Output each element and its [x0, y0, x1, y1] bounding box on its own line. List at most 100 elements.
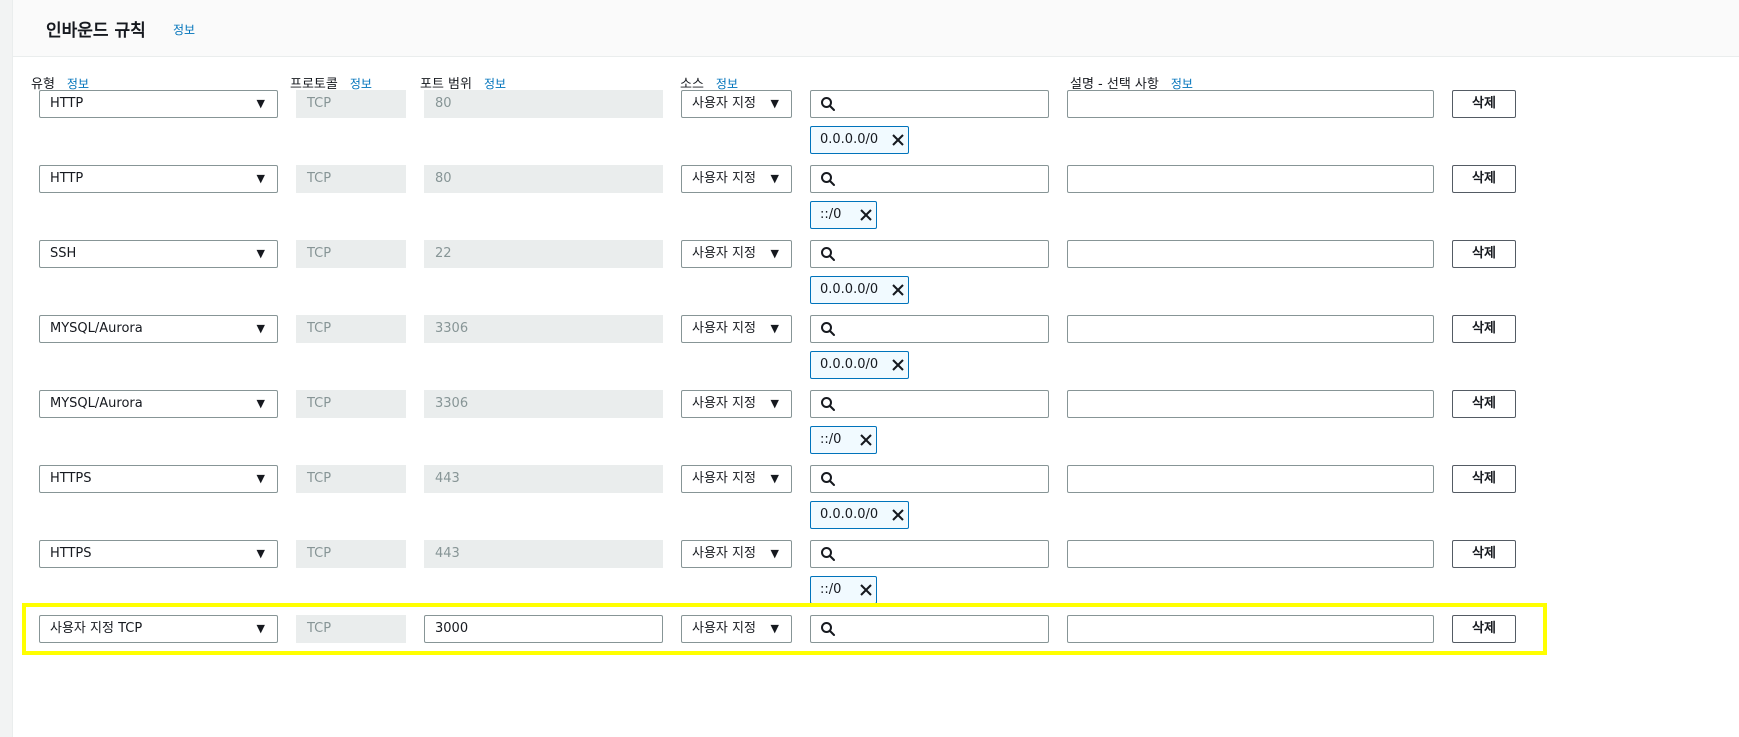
source-type-value: 사용자 지정 [692, 171, 756, 186]
search-icon [820, 471, 836, 491]
search-icon [820, 96, 836, 116]
source-select[interactable]: 사용자 지정 ▼ [681, 390, 792, 418]
cidr-token: 0.0.0.0/0 [810, 126, 909, 154]
port-range-field: 22 [424, 240, 663, 268]
description-info-link[interactable]: 정보 [1171, 77, 1193, 91]
cidr-search-input[interactable] [810, 390, 1049, 418]
type-value: SSH [50, 246, 77, 261]
close-icon[interactable] [890, 132, 906, 148]
protocol-field: TCP [296, 165, 406, 193]
cidr-token: ::/0 [810, 426, 877, 454]
close-icon[interactable] [858, 582, 874, 598]
search-icon [820, 246, 836, 266]
rule-row: HTTP ▼ TCP 80 사용자 지정 ▼ 삭제::/0 [0, 165, 1739, 237]
close-icon[interactable] [858, 207, 874, 223]
close-icon[interactable] [890, 282, 906, 298]
protocol-field: TCP [296, 465, 406, 493]
description-input[interactable] [1067, 240, 1434, 268]
delete-button[interactable]: 삭제 [1452, 165, 1516, 193]
cidr-search-input[interactable] [810, 90, 1049, 118]
delete-button[interactable]: 삭제 [1452, 540, 1516, 568]
cidr-token: 0.0.0.0/0 [810, 501, 909, 529]
delete-button[interactable]: 삭제 [1452, 90, 1516, 118]
caret-down-icon: ▼ [770, 247, 779, 260]
source-select[interactable]: 사용자 지정 ▼ [681, 540, 792, 568]
protocol-field: TCP [296, 390, 406, 418]
source-select[interactable]: 사용자 지정 ▼ [681, 465, 792, 493]
rule-row: HTTPS ▼ TCP 443 사용자 지정 ▼ 삭제 0.0.0.0/0 [0, 465, 1739, 537]
cidr-search-input[interactable] [810, 315, 1049, 343]
cidr-token-label: ::/0 [820, 582, 842, 597]
port-range-field: 3306 [424, 315, 663, 343]
rule-row: MYSQL/Aurora ▼ TCP 3306 사용자 지정 ▼ 삭제::/0 [0, 390, 1739, 462]
type-select[interactable]: HTTP ▼ [39, 165, 278, 193]
type-select[interactable]: MYSQL/Aurora ▼ [39, 390, 278, 418]
type-select[interactable]: SSH ▼ [39, 240, 278, 268]
type-select[interactable]: HTTPS ▼ [39, 465, 278, 493]
delete-button[interactable]: 삭제 [1452, 315, 1516, 343]
cidr-search-input[interactable] [810, 165, 1049, 193]
source-type-value: 사용자 지정 [692, 246, 756, 261]
type-value: HTTPS [50, 546, 92, 561]
source-select[interactable]: 사용자 지정 ▼ [681, 90, 792, 118]
search-icon [820, 321, 836, 341]
cidr-search-input[interactable] [810, 240, 1049, 268]
caret-down-icon: ▼ [256, 322, 265, 335]
port-range-field: 80 [424, 165, 663, 193]
caret-down-icon: ▼ [770, 172, 779, 185]
cidr-search-input[interactable] [810, 540, 1049, 568]
source-select[interactable]: 사용자 지정 ▼ [681, 315, 792, 343]
section-header: 인바운드 규칙 정보 [13, 0, 1739, 57]
delete-button[interactable]: 삭제 [1452, 240, 1516, 268]
search-icon [820, 546, 836, 566]
cidr-token-label: 0.0.0.0/0 [820, 282, 879, 297]
rule-row: SSH ▼ TCP 22 사용자 지정 ▼ 삭제 0.0.0.0/0 [0, 240, 1739, 312]
rule-row: MYSQL/Aurora ▼ TCP 3306 사용자 지정 ▼ 삭제 0.0.0.0/0 [0, 315, 1739, 387]
port-range-info-link[interactable]: 정보 [484, 77, 506, 91]
close-icon[interactable] [890, 357, 906, 373]
type-select[interactable]: HTTP ▼ [39, 90, 278, 118]
source-select[interactable]: 사용자 지정 ▼ [681, 240, 792, 268]
close-icon[interactable] [858, 432, 874, 448]
source-type-value: 사용자 지정 [692, 546, 756, 561]
caret-down-icon: ▼ [256, 97, 265, 110]
description-input[interactable] [1067, 465, 1434, 493]
highlight-box [22, 603, 1547, 655]
source-info-link[interactable]: 정보 [716, 77, 738, 91]
type-select[interactable]: MYSQL/Aurora ▼ [39, 315, 278, 343]
type-info-link[interactable]: 정보 [67, 77, 89, 91]
caret-down-icon: ▼ [256, 472, 265, 485]
cidr-search-input[interactable] [810, 465, 1049, 493]
caret-down-icon: ▼ [256, 247, 265, 260]
section-info-link[interactable]: 정보 [173, 21, 195, 38]
description-input[interactable] [1067, 315, 1434, 343]
description-input[interactable] [1067, 165, 1434, 193]
search-icon [820, 171, 836, 191]
cidr-token: 0.0.0.0/0 [810, 276, 909, 304]
search-icon [820, 396, 836, 416]
description-input[interactable] [1067, 90, 1434, 118]
delete-button[interactable]: 삭제 [1452, 390, 1516, 418]
caret-down-icon: ▼ [770, 547, 779, 560]
cidr-token-label: ::/0 [820, 432, 842, 447]
type-value: HTTPS [50, 471, 92, 486]
type-select[interactable]: HTTPS ▼ [39, 540, 278, 568]
description-input[interactable] [1067, 390, 1434, 418]
caret-down-icon: ▼ [770, 472, 779, 485]
page-title: 인바운드 규칙 [46, 21, 146, 41]
source-select[interactable]: 사용자 지정 ▼ [681, 165, 792, 193]
cidr-token-label: 0.0.0.0/0 [820, 507, 879, 522]
protocol-field: TCP [296, 240, 406, 268]
source-type-value: 사용자 지정 [692, 321, 756, 336]
port-range-field: 80 [424, 90, 663, 118]
port-range-field: 3306 [424, 390, 663, 418]
caret-down-icon: ▼ [256, 547, 265, 560]
protocol-info-link[interactable]: 정보 [350, 77, 372, 91]
delete-button[interactable]: 삭제 [1452, 465, 1516, 493]
close-icon[interactable] [890, 507, 906, 523]
rule-row: HTTP ▼ TCP 80 사용자 지정 ▼ 삭제 0.0.0.0/0 [0, 90, 1739, 162]
rule-row: HTTPS ▼ TCP 443 사용자 지정 ▼ 삭제::/0 [0, 540, 1739, 612]
caret-down-icon: ▼ [256, 397, 265, 410]
port-range-field: 443 [424, 465, 663, 493]
description-input[interactable] [1067, 540, 1434, 568]
